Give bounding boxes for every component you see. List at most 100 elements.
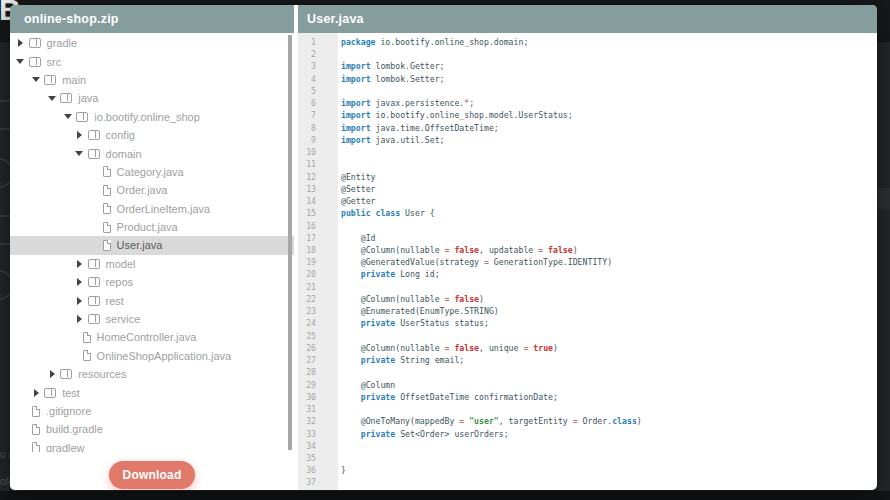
tree-item-model[interactable]: model bbox=[10, 255, 294, 273]
line-number: 9 bbox=[298, 134, 316, 146]
caret-right-icon[interactable] bbox=[75, 296, 84, 305]
caret-right-icon[interactable] bbox=[32, 388, 41, 397]
download-button[interactable]: Download bbox=[109, 461, 196, 489]
caret-down-icon[interactable] bbox=[75, 149, 84, 158]
code-line: import io.bootify.online_shop.model.User… bbox=[341, 109, 877, 121]
caret-down-icon[interactable] bbox=[64, 112, 73, 121]
tree-item-label: build.gradle bbox=[46, 423, 103, 435]
caret-down-icon[interactable] bbox=[32, 75, 41, 84]
code-line: @GeneratedValue(strategy = GenerationTyp… bbox=[341, 256, 877, 268]
line-number: 14 bbox=[298, 195, 316, 207]
code-line: @Column(nullable = false, updatable = fa… bbox=[341, 244, 877, 256]
tree-item-label: io.bootify.online_shop bbox=[94, 111, 200, 123]
code-line: @Column(nullable = false) bbox=[341, 293, 877, 305]
code-line: @Getter bbox=[341, 195, 877, 207]
tree-item-order-java[interactable]: Order.java bbox=[10, 181, 294, 199]
code-line: private UserStatus status; bbox=[341, 317, 877, 329]
folder-icon bbox=[88, 314, 100, 324]
tree-item-label: model bbox=[106, 258, 136, 270]
tree-item-product-java[interactable]: Product.java bbox=[10, 218, 294, 236]
caret-right-icon[interactable] bbox=[75, 131, 84, 140]
line-number: 34 bbox=[298, 440, 316, 452]
tree-item-label: resources bbox=[78, 368, 126, 380]
line-number: 13 bbox=[298, 183, 316, 195]
tree-item-config[interactable]: config bbox=[10, 126, 294, 144]
tree-item-rest[interactable]: rest bbox=[10, 291, 294, 309]
file-icon bbox=[32, 406, 40, 417]
tree-item-label: OrderLineItem.java bbox=[117, 203, 211, 215]
caret-right-icon[interactable] bbox=[75, 278, 84, 287]
tree-item-gradle[interactable]: gradle bbox=[10, 34, 294, 52]
tree-item-label: Order.java bbox=[117, 184, 168, 196]
tree-item-label: OnlineShopApplication.java bbox=[97, 350, 232, 362]
background-bottom-bar bbox=[0, 491, 890, 500]
code-line: @Column(nullable = false, unique = true) bbox=[341, 342, 877, 354]
caret-right-icon[interactable] bbox=[75, 259, 84, 268]
tree-item-label: .gitignore bbox=[46, 405, 91, 417]
line-number: 19 bbox=[298, 256, 316, 268]
code-line bbox=[341, 146, 877, 158]
tree-item-build-gradle[interactable]: build.gradle bbox=[10, 420, 294, 438]
code-line: import lombok.Setter; bbox=[341, 73, 877, 85]
line-number: 6 bbox=[298, 97, 316, 109]
tree-item--gitignore[interactable]: .gitignore bbox=[10, 402, 294, 420]
line-number: 10 bbox=[298, 146, 316, 158]
caret-down-icon[interactable] bbox=[48, 94, 57, 103]
line-number: 21 bbox=[298, 281, 316, 293]
tree-item-label: gradlew bbox=[46, 442, 85, 452]
tree-item-gradlew[interactable]: gradlew bbox=[10, 439, 294, 452]
tree-item-src[interactable]: src bbox=[10, 52, 294, 70]
caret-right-icon[interactable] bbox=[16, 39, 25, 48]
caret-down-icon[interactable] bbox=[16, 57, 25, 66]
tree-item-service[interactable]: service bbox=[10, 310, 294, 328]
line-number: 35 bbox=[298, 452, 316, 464]
caret-right-icon[interactable] bbox=[75, 315, 84, 324]
file-tree-panel: online-shop.zip gradlesrcmainjavaio.boot… bbox=[10, 5, 294, 490]
line-number: 32 bbox=[298, 415, 316, 427]
code-line bbox=[341, 48, 877, 60]
tree-item-domain[interactable]: domain bbox=[10, 144, 294, 162]
line-number: 20 bbox=[298, 268, 316, 280]
line-number: 31 bbox=[298, 403, 316, 415]
code-line: private Long id; bbox=[341, 268, 877, 280]
tree-item-test[interactable]: test bbox=[10, 383, 294, 401]
tree-item-orderlineitem-java[interactable]: OrderLineItem.java bbox=[10, 200, 294, 218]
code-line: @Entity bbox=[341, 171, 877, 183]
line-number: 7 bbox=[298, 109, 316, 121]
code-line: private String email; bbox=[341, 354, 877, 366]
folder-icon bbox=[88, 130, 100, 140]
code-line bbox=[341, 330, 877, 342]
tree-item-homecontroller-java[interactable]: HomeController.java bbox=[10, 328, 294, 346]
tree-item-label: config bbox=[106, 129, 135, 141]
code-line: private Set<Order> userOrders; bbox=[341, 428, 877, 440]
tree-item-repos[interactable]: repos bbox=[10, 273, 294, 291]
tree-item-resources[interactable]: resources bbox=[10, 365, 294, 383]
tree-item-user-java[interactable]: User.java bbox=[10, 236, 294, 254]
folder-icon bbox=[60, 93, 72, 103]
folder-icon bbox=[88, 259, 100, 269]
line-number: 12 bbox=[298, 171, 316, 183]
folder-icon bbox=[60, 369, 72, 379]
caret-right-icon[interactable] bbox=[48, 370, 57, 379]
tree-footer: Download bbox=[10, 452, 294, 490]
file-tree: gradle srcmainjava io.bootify.online_shopc… bbox=[10, 33, 294, 452]
code-viewer: 1234567891011121314151617181920212223242… bbox=[298, 33, 877, 490]
folder-icon bbox=[29, 57, 41, 67]
line-number: 3 bbox=[298, 60, 316, 72]
line-number: 36 bbox=[298, 464, 316, 476]
folder-icon bbox=[44, 75, 56, 85]
code-line bbox=[341, 476, 877, 488]
tree-item-onlineshopapplication-java[interactable]: OnlineShopApplication.java bbox=[10, 347, 294, 365]
tree-item-category-java[interactable]: Category.java bbox=[10, 163, 294, 181]
tree-item-main[interactable]: main bbox=[10, 71, 294, 89]
code-line: import javax.persistence.*; bbox=[341, 97, 877, 109]
line-number: 8 bbox=[298, 122, 316, 134]
code-line: import lombok.Getter; bbox=[341, 60, 877, 72]
folder-icon bbox=[88, 296, 100, 306]
tree-item-java[interactable]: java bbox=[10, 89, 294, 107]
tree-scrollbar[interactable] bbox=[288, 35, 292, 450]
tree-item-label: gradle bbox=[47, 37, 78, 49]
tree-item-io-bootify-online-shop[interactable]: io.bootify.online_shop bbox=[10, 108, 294, 126]
file-icon bbox=[32, 442, 40, 452]
file-icon bbox=[103, 185, 111, 196]
